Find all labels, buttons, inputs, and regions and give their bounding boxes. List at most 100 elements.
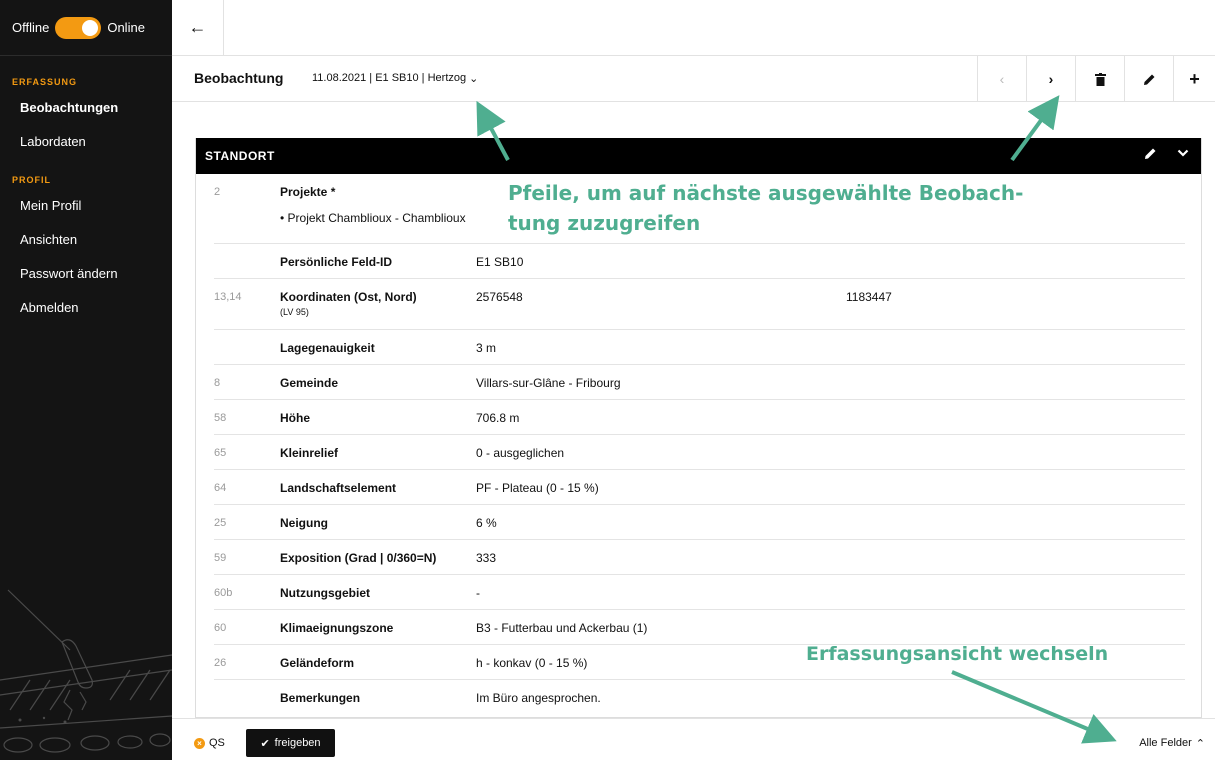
row-koordinaten: 13,14 Koordinaten (Ost, Nord) (LV 95) 25… (214, 279, 1185, 330)
sidebar-item-abmelden[interactable]: Abmelden (0, 291, 172, 325)
row-gemeinde: 8 Gemeinde Villars-sur-Glâne - Fribourg (214, 365, 1185, 400)
row-feld-id: Persönliche Feld-ID E1 SB10 (214, 244, 1185, 279)
row-bemerkungen: Bemerkungen Im Büro angesprochen. (214, 680, 1185, 715)
row-label: Exposition (Grad | 0/360=N) (280, 551, 437, 565)
qs-status[interactable]: × QS (194, 737, 225, 749)
view-switch-button[interactable]: Alle Felder ⌃ (1139, 737, 1205, 750)
row-label: Persönliche Feld-ID (280, 255, 393, 269)
row-lagegenauigkeit: Lagegenauigkeit 3 m (214, 330, 1185, 365)
previous-button[interactable]: ‹ (977, 56, 1026, 102)
row-landschaftselement: 64 Landschaftselement PF - Plateau (0 - … (214, 470, 1185, 505)
row-value: 2576548 (476, 290, 523, 304)
row-sublabel: (LV 95) (280, 307, 309, 317)
row-kleinrelief: 65 Kleinrelief 0 - ausgeglichen (214, 435, 1185, 470)
pencil-icon (1143, 74, 1154, 85)
online-toggle-row: Offline Online (0, 0, 172, 56)
row-label: Projekte * (280, 185, 336, 199)
row-label: Geländeform (280, 656, 355, 670)
section-heading-profil: PROFIL (12, 175, 51, 185)
delete-button[interactable] (1075, 56, 1124, 102)
row-label: Gemeinde (280, 376, 339, 390)
collapse-chevron-icon[interactable] (1177, 146, 1189, 162)
row-value: - (476, 586, 480, 600)
row-label: Bemerkungen (280, 691, 361, 705)
row-value: Im Büro angesprochen. (476, 691, 601, 705)
edit-button[interactable] (1124, 56, 1173, 102)
row-number: 59 (214, 552, 227, 564)
check-icon: ✔ (260, 737, 270, 750)
card-header: STANDORT (196, 138, 1201, 174)
sidebar-item-mein-profil[interactable]: Mein Profil (0, 189, 172, 223)
row-label: Kleinrelief (280, 446, 339, 460)
row-label-text: Koordinaten (Ost, Nord) (280, 290, 417, 304)
row-number: 2 (214, 186, 221, 198)
row-value: 3 m (476, 341, 497, 355)
row-value: Villars-sur-Glâne - Fribourg (476, 376, 621, 390)
back-button[interactable]: ← (172, 0, 224, 55)
row-klimaeignungszone: 60 Klimaeignungszone B3 - Futterbau und … (214, 610, 1185, 645)
annotation-view-note: Erfassungsansicht wechseln (806, 643, 1109, 665)
row-value-north: 1183447 (846, 290, 892, 304)
annotation-line-1: Pfeile, um auf nächste ausgewählte Beoba… (508, 181, 1024, 205)
sidebar-item-beobachtungen[interactable]: Beobachtungen (0, 91, 172, 125)
row-label: Landschaftselement (280, 481, 397, 495)
header-bar: Beobachtung 11.08.2021 | E1 SB10 | Hertz… (172, 56, 1215, 102)
soil-illustration (0, 589, 172, 753)
row-value: h - konkav (0 - 15 %) (476, 656, 588, 670)
offline-label: Offline (12, 20, 50, 35)
annotation-arrows-note: Pfeile, um auf nächste ausgewählte Beoba… (508, 178, 1023, 238)
row-number: 25 (214, 517, 227, 529)
arrow-left-icon: ← (188, 17, 207, 37)
row-number: 60b (214, 587, 233, 599)
row-exposition: 59 Exposition (Grad | 0/360=N) 333 (214, 540, 1185, 575)
page-title: Beobachtung (194, 70, 284, 86)
sidebar-item-passwort[interactable]: Passwort ändern (0, 257, 172, 291)
row-value: B3 - Futterbau und Ackerbau (1) (476, 621, 648, 635)
online-offline-switch[interactable] (55, 16, 102, 39)
chevron-right-icon: › (1048, 71, 1054, 87)
view-label: Alle Felder (1139, 737, 1192, 749)
row-label: Neigung (280, 516, 328, 530)
row-number: 13,14 (214, 291, 242, 303)
release-button[interactable]: ✔ freigeben (246, 729, 335, 757)
row-neigung: 25 Neigung 6 % (214, 505, 1185, 540)
row-value: 6 % (476, 516, 497, 530)
qs-label: QS (209, 737, 225, 749)
add-button[interactable]: + (1173, 56, 1215, 102)
row-hoehe: 58 Höhe 706.8 m (214, 400, 1185, 435)
row-value: 0 - ausgeglichen (476, 446, 565, 460)
sidebar-item-ansichten[interactable]: Ansichten (0, 223, 172, 257)
trash-icon (1094, 72, 1106, 86)
row-value: PF - Plateau (0 - 15 %) (476, 481, 599, 495)
online-label: Online (107, 20, 145, 35)
sidebar-item-labordaten[interactable]: Labordaten (0, 125, 172, 159)
row-label: Höhe (280, 411, 310, 425)
row-value: E1 SB10 (476, 255, 524, 269)
chevron-down-icon: ⌄ (469, 73, 479, 85)
row-label: Koordinaten (Ost, Nord) (LV 95) (280, 290, 417, 317)
observation-selector[interactable]: 11.08.2021 | E1 SB10 | Hertzog ⌄ (312, 72, 478, 85)
card-title: STANDORT (205, 149, 275, 163)
project-list-item: • Projekt Chamblioux - Chamblioux (280, 211, 466, 225)
observation-subtitle: 11.08.2021 | E1 SB10 | Hertzog (312, 72, 467, 84)
row-number: 8 (214, 377, 221, 389)
row-label: Lagegenauigkeit (280, 341, 375, 355)
plus-icon: + (1189, 68, 1200, 89)
row-nutzungsgebiet: 60b Nutzungsgebiet - (214, 575, 1185, 610)
row-label: Klimaeignungszone (280, 621, 394, 635)
bottom-bar: × QS ✔ freigeben Alle Felder ⌃ (172, 718, 1215, 760)
chevron-up-icon: ⌃ (1195, 738, 1205, 750)
row-number: 26 (214, 657, 227, 669)
release-label: freigeben (274, 737, 321, 749)
sidebar: Offline Online ERFASSUNG Beobachtungen L… (0, 0, 172, 760)
row-label: Nutzungsgebiet (280, 586, 370, 600)
row-number: 65 (214, 447, 227, 459)
row-number: 64 (214, 482, 227, 494)
card-edit-icon[interactable] (1144, 147, 1157, 163)
chevron-left-icon: ‹ (999, 71, 1005, 87)
next-button[interactable]: › (1026, 56, 1075, 102)
close-circle-icon: × (194, 737, 205, 749)
annotation-line-2: tung zuzugreifen (508, 211, 701, 235)
row-number: 58 (214, 412, 227, 424)
section-heading-erfassung: ERFASSUNG (12, 77, 78, 87)
